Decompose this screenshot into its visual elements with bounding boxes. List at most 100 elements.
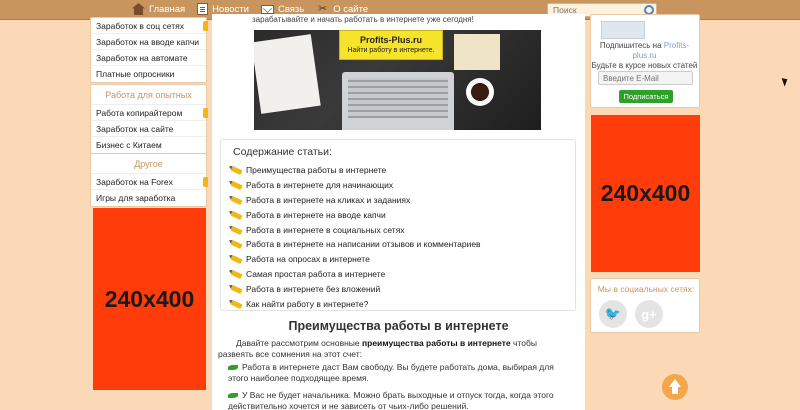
paragraph: Давайте рассмотрим основные преимущества… (218, 338, 568, 360)
toc-list: Преимущества работы в интернете Работа в… (229, 163, 481, 312)
toc-link[interactable]: Работа в интернете в социальных сетях (246, 225, 405, 235)
nav-label: Связь (277, 3, 305, 15)
hero-tagline: Найти работу в интернете. (347, 47, 435, 54)
pencil-icon (230, 240, 243, 250)
sidebar-item[interactable]: Бизнес с Китаем (91, 137, 206, 153)
nav-home[interactable]: Главная (132, 3, 185, 15)
toc-link[interactable]: Работа в интернете без вложений (246, 284, 380, 294)
sidebar-item-label: Платные опросники (96, 69, 175, 79)
article: зарабатывайте и начать работать в интерн… (212, 14, 585, 410)
home-icon (132, 3, 145, 15)
notebook-image (254, 34, 321, 114)
active-marker (203, 177, 208, 187)
toc-link[interactable]: Работа в интернете на написании отзывов … (246, 239, 481, 249)
sidebar-item-label: Заработок на вводе капчи (96, 37, 200, 47)
sidebar-item[interactable]: Работа копирайтером (91, 105, 208, 121)
toc-link[interactable]: Работа в интернете для начинающих (246, 180, 393, 190)
laptop-image (342, 72, 454, 130)
nav-label: Главная (149, 3, 186, 15)
sidebar-item-label: Игры для заработка (96, 193, 176, 203)
toc-item[interactable]: Работа в интернете на написании отзывов … (229, 237, 481, 252)
sidebar-item[interactable]: Заработок на сайте (91, 121, 206, 137)
social-title: Мы в социальных сетях: (597, 284, 695, 294)
toc-link[interactable]: Самая простая работа в интернете (246, 269, 385, 279)
news-icon (197, 3, 209, 15)
pencil-icon (230, 285, 243, 295)
toc-item[interactable]: Работа в интернете для начинающих (229, 178, 481, 193)
keyboard-image (348, 78, 448, 118)
sidebar-item[interactable]: Заработок на вводе капчи (91, 34, 206, 50)
bullet-item: Работа в интернете даст Вам свободу. Вы … (218, 362, 568, 384)
sidebar-item[interactable]: Игры для заработка (91, 190, 206, 206)
toc-link[interactable]: Работа в интернете на вводе капчи (246, 210, 386, 220)
pencil-icon (230, 210, 243, 220)
hero-badge: Profits-Plus.ru Найти работу в интернете… (339, 30, 443, 60)
subscribe-button[interactable]: Подписаться (619, 90, 673, 103)
sidebar-item-label: Заработок в соц сетях (96, 21, 184, 31)
hero-site: Profits-Plus.ru (359, 35, 422, 45)
toc-item[interactable]: Работа в интернете на кликах и заданиях (229, 193, 481, 208)
sidebar-group-basic: Заработок в соц сетях Заработок на вводе… (90, 17, 208, 83)
toc-item[interactable]: Работа на опросах в интернете (229, 252, 481, 267)
table-of-contents: Содержание статьи: Преимущества работы в… (220, 139, 576, 311)
toc-item[interactable]: Работа в интернете в социальных сетях (229, 223, 481, 238)
section-heading: Преимущества работы в интернете (288, 319, 509, 333)
sidebar-group-title: Другое (91, 154, 206, 174)
bullet-item: У Вас не будет начальника. Можно брать в… (218, 390, 568, 410)
nav-label: О сайте (333, 3, 369, 15)
pencil-icon (230, 180, 243, 190)
bullet-text: Работа в интернете даст Вам свободу. Вы … (228, 362, 554, 383)
pencil-icon (230, 299, 243, 310)
sidebar-item-label: Заработок на сайте (96, 124, 174, 134)
nav-label: Новости (212, 3, 249, 15)
notepad-image (454, 34, 500, 70)
toc-link[interactable]: Работа в интернете на кликах и заданиях (246, 195, 410, 205)
toc-item[interactable]: Работа в интернете на вводе капчи (229, 208, 481, 223)
toc-item[interactable]: Работа в интернете без вложений (229, 282, 481, 297)
mail-illustration-icon (601, 21, 645, 39)
sidebar-item-label: Заработок на Forex (96, 177, 173, 187)
pencil-icon (230, 270, 243, 280)
scroll-to-top-button[interactable] (662, 374, 688, 400)
mail-icon (260, 4, 274, 14)
pencil-icon (230, 165, 243, 176)
toc-item[interactable]: Как найти работу в интернете? (229, 297, 481, 312)
pencil-icon (230, 195, 243, 205)
sidebar-item[interactable]: Платные опросники (91, 66, 206, 82)
hero-image: Profits-Plus.ru Найти работу в интернете… (254, 30, 541, 130)
sidebar-group-title: Работа для опытных (91, 85, 206, 105)
intro-text: зарабатывайте и начать работать в интерн… (252, 15, 474, 24)
toc-link[interactable]: Как найти работу в интернете? (246, 299, 368, 309)
ad-banner-left[interactable]: 240x400 (93, 208, 206, 390)
sidebar-group-experienced: Работа для опытных Работа копирайтером З… (90, 84, 208, 154)
email-field[interactable] (598, 71, 693, 85)
toc-link[interactable]: Преимущества работы в интернете (246, 165, 386, 175)
sidebar-group-other: Другое Заработок на Forex Игры для зараб… (90, 153, 208, 207)
mouse-cursor-icon (781, 76, 790, 87)
ad-banner-right[interactable]: 240x400 (591, 115, 700, 272)
google-plus-icon[interactable]: g+ (635, 300, 663, 328)
active-marker (203, 21, 208, 31)
leaf-icon (228, 365, 238, 371)
paragraph-text: Давайте рассмотрим основные (236, 338, 362, 348)
twitter-icon[interactable]: 🐦 (599, 300, 627, 328)
toc-link[interactable]: Работа на опросах в интернете (246, 254, 370, 264)
sidebar-item-label: Работа копирайтером (96, 108, 183, 118)
toc-item[interactable]: Преимущества работы в интернете (229, 163, 481, 178)
pencil-icon (230, 255, 243, 265)
sidebar-item[interactable]: Заработок в соц сетях (91, 18, 208, 34)
coffee-cup-image (466, 78, 494, 106)
subscribe-line: Подпишитесь на (599, 41, 664, 50)
paragraph-bold: преимущества работы в интернете (362, 338, 511, 348)
toc-title: Содержание статьи: (233, 146, 332, 158)
leaf-icon (228, 393, 238, 399)
sidebar-item[interactable]: Заработок на автомате (91, 50, 206, 66)
subscribe-widget: Подпишитесь на Profits-plus.ru Будьте в к… (590, 14, 700, 108)
pencil-icon (230, 225, 243, 235)
social-widget: Мы в социальных сетях: 🐦 g+ (590, 278, 700, 333)
sidebar-item[interactable]: Заработок на Forex (91, 174, 208, 190)
bullet-text: У Вас не будет начальника. Можно брать в… (228, 390, 554, 410)
sidebar-item-label: Заработок на автомате (96, 53, 188, 63)
sidebar-item-label: Бизнес с Китаем (96, 140, 162, 150)
toc-item[interactable]: Самая простая работа в интернете (229, 267, 481, 282)
